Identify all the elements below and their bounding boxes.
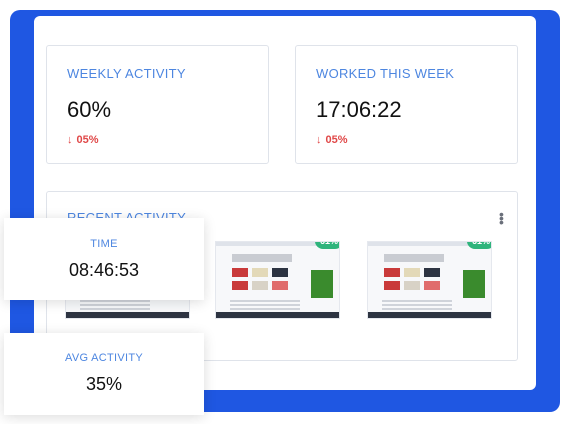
worked-this-week-delta-value: 05% bbox=[325, 134, 348, 146]
activity-badge: 61% bbox=[466, 242, 491, 249]
weekly-activity-card: WEEKLY ACTIVITY 60% ↓ 05% bbox=[46, 45, 269, 164]
time-value: 08:46:53 bbox=[68, 260, 140, 280]
worked-this-week-title: WORKED THIS WEEK bbox=[316, 66, 455, 81]
weekly-activity-delta: ↓ 05% bbox=[67, 134, 99, 146]
screenshot-thumbnail[interactable]: 61% bbox=[215, 241, 340, 319]
arrow-down-icon: ↓ bbox=[316, 134, 322, 146]
avg-activity-value: 35% bbox=[85, 374, 123, 394]
time-overlay-card: TIME 08:46:53 bbox=[4, 218, 204, 300]
weekly-activity-delta-value: 05% bbox=[76, 134, 99, 146]
screenshot-thumbnail[interactable]: 61% bbox=[367, 241, 492, 319]
kebab-menu-icon[interactable]: • • • bbox=[499, 207, 504, 229]
arrow-down-icon: ↓ bbox=[67, 134, 73, 146]
avg-activity-title: AVG ACTIVITY bbox=[65, 352, 143, 364]
worked-this-week-card: WORKED THIS WEEK 17:06:22 ↓ 05% bbox=[295, 45, 518, 164]
weekly-activity-title: WEEKLY ACTIVITY bbox=[67, 66, 186, 81]
weekly-activity-value: 60% bbox=[67, 97, 112, 122]
worked-this-week-delta: ↓ 05% bbox=[316, 134, 348, 146]
activity-badge: 61% bbox=[314, 242, 339, 249]
worked-this-week-value: 17:06:22 bbox=[316, 97, 402, 122]
avg-activity-overlay-card: AVG ACTIVITY 35% bbox=[4, 333, 204, 415]
time-title: TIME bbox=[90, 238, 118, 250]
